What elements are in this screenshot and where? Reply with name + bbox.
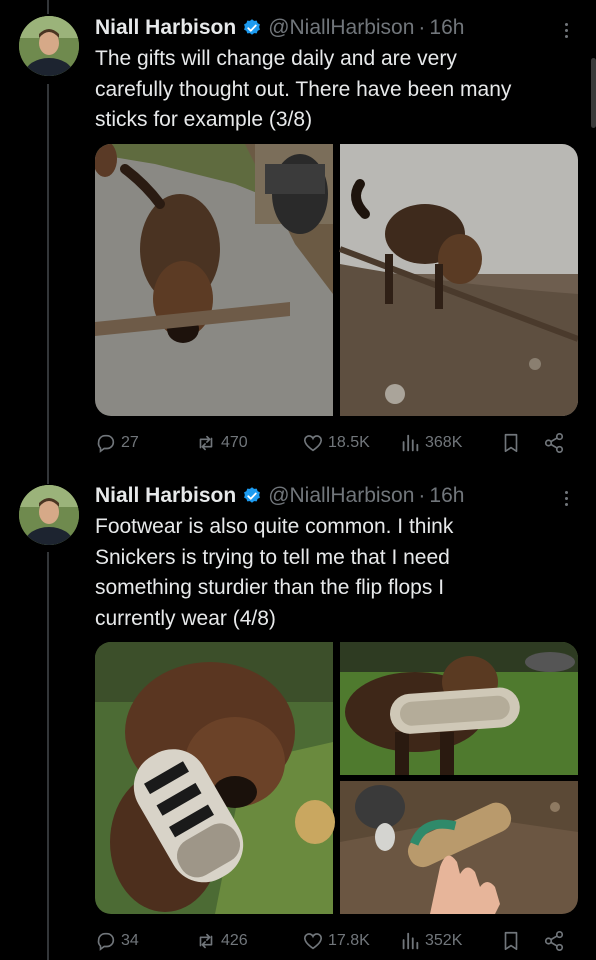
tweet-text-line: Footwear is also quite common. I think <box>95 515 454 538</box>
tweet-text-line: The gifts will change daily and are very <box>95 47 457 70</box>
bookmark-icon <box>504 931 518 951</box>
separator-dot: · <box>418 484 426 507</box>
like-count: 18.5K <box>328 434 370 451</box>
tweet-text-line: Snickers is trying to tell me that I nee… <box>95 545 450 569</box>
like-button[interactable]: 18.5K <box>302 428 370 458</box>
thread-line-2 <box>47 552 49 960</box>
tweet-text: Footwear is also quite common. I think S… <box>95 512 575 634</box>
thread-line-top <box>47 0 49 14</box>
avatar-photo <box>19 485 79 545</box>
reply-icon <box>97 932 115 951</box>
photo-dog-with-long-stick-in-dirt[interactable] <box>338 144 578 416</box>
avatar[interactable] <box>19 485 79 545</box>
media-grid <box>95 144 578 416</box>
views-chart-icon <box>402 434 419 452</box>
tweet-text-line: currently wear (4/8) <box>95 606 276 630</box>
view-count: 368K <box>425 434 463 451</box>
scrollbar[interactable] <box>591 58 596 128</box>
verified-badge-icon <box>244 487 261 503</box>
photo-dog-chewing-sneaker[interactable] <box>95 642 335 914</box>
author-name[interactable]: Niall Harbison <box>95 484 236 508</box>
bookmark-button[interactable] <box>500 926 522 956</box>
reply-count: 34 <box>121 932 139 949</box>
share-button[interactable] <box>543 428 565 458</box>
tweet-header: Niall Harbison @NiallHarbison · 16h <box>95 13 464 43</box>
heart-icon <box>303 435 323 452</box>
tweet-text: The gifts will change daily and are very… <box>95 44 575 136</box>
repost-button[interactable]: 426 <box>195 926 248 956</box>
tweet-text-line: something sturdier than the flip flops I <box>95 576 445 599</box>
author-handle[interactable]: @NiallHarbison <box>268 16 414 40</box>
timestamp[interactable]: 16h <box>429 484 464 508</box>
photo-hand-holding-green-sandal[interactable] <box>340 781 578 914</box>
bookmark-button[interactable] <box>500 428 522 458</box>
share-button[interactable] <box>543 926 565 956</box>
share-icon <box>544 433 564 453</box>
author-name[interactable]: Niall Harbison <box>95 16 236 40</box>
reply-button[interactable]: 34 <box>95 926 139 956</box>
photo-dog-with-stick-on-road[interactable] <box>95 144 333 416</box>
more-options-icon[interactable] <box>556 483 576 513</box>
views-chart-icon <box>402 932 419 950</box>
views-button[interactable]: 368K <box>399 428 462 458</box>
tweet-actions: 27 470 18.5K 368K <box>95 428 575 458</box>
reply-button[interactable]: 27 <box>95 428 139 458</box>
repost-count: 426 <box>221 932 248 949</box>
reply-count: 27 <box>121 434 139 451</box>
repost-icon <box>199 435 213 451</box>
avatar-photo <box>19 16 79 76</box>
more-options-icon[interactable] <box>556 15 576 45</box>
separator-dot: · <box>418 16 426 39</box>
tweet-header: Niall Harbison @NiallHarbison · 16h <box>95 481 464 511</box>
timestamp[interactable]: 16h <box>429 16 464 40</box>
media-grid <box>95 642 578 914</box>
repost-icon <box>199 933 213 949</box>
bookmark-icon <box>504 433 518 453</box>
reply-icon <box>97 434 115 453</box>
thread-line-1 <box>47 84 49 484</box>
author-handle[interactable]: @NiallHarbison <box>268 484 414 508</box>
tweet-actions: 34 426 17.8K 352K <box>95 926 575 956</box>
verified-badge-icon <box>244 19 261 35</box>
like-count: 17.8K <box>328 932 370 949</box>
like-button[interactable]: 17.8K <box>302 926 370 956</box>
avatar[interactable] <box>19 16 79 76</box>
repost-button[interactable]: 470 <box>195 428 248 458</box>
tweet-text-line: sticks for example (3/8) <box>95 108 313 131</box>
views-button[interactable]: 352K <box>399 926 462 956</box>
heart-icon <box>303 933 323 950</box>
tweet-text-line: carefully thought out. There have been m… <box>95 77 512 101</box>
photo-dog-holding-shoe-sole[interactable] <box>340 642 578 775</box>
repost-count: 470 <box>221 434 248 451</box>
view-count: 352K <box>425 932 463 949</box>
share-icon <box>544 931 564 951</box>
